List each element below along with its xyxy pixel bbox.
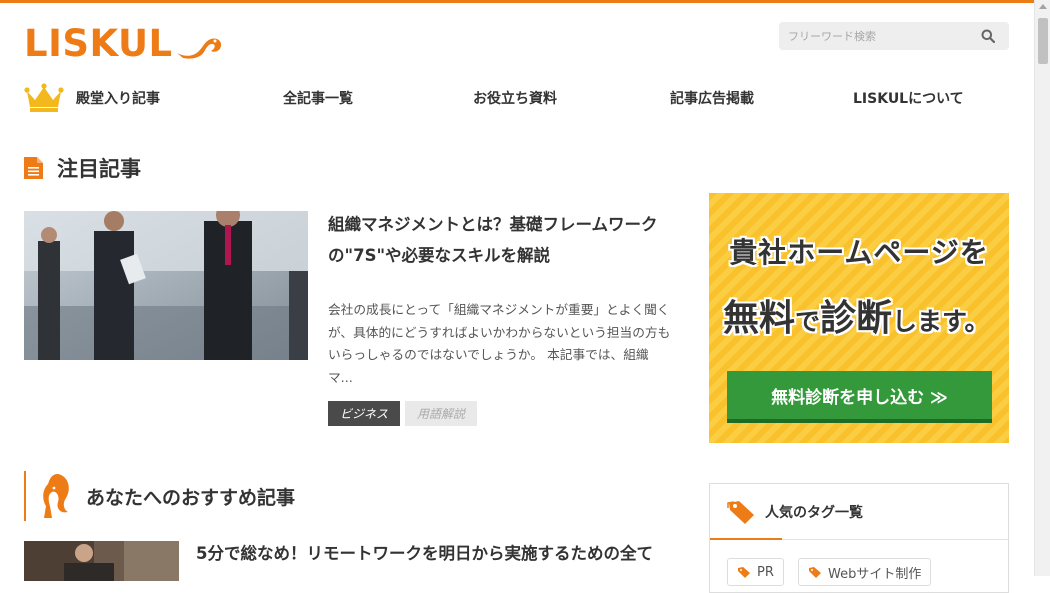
nav-item-advertising[interactable]: 記事広告掲載 xyxy=(670,80,754,116)
banner-word-shimasu: します。 xyxy=(892,307,990,336)
recommended-heading-text: あなたへのおすすめ記事 xyxy=(86,486,296,509)
popular-tags-heading-text: 人気のタグ一覧 xyxy=(765,505,863,521)
squirrel-icon xyxy=(176,38,221,59)
banner-word-de: で xyxy=(795,307,821,336)
scrollbar-thumb[interactable] xyxy=(1038,18,1048,64)
banner-line2: 無料で診断します。 xyxy=(723,289,1009,341)
featured-article-title[interactable]: 組織マネジメントとは？基礎フレームワークの"7S"や必要なスキルを解説 xyxy=(328,209,658,271)
top-accent-bar xyxy=(0,0,1034,3)
popular-tags-heading: 人気のタグ一覧 xyxy=(710,484,1008,540)
featured-heading-text: 注目記事 xyxy=(57,157,141,181)
liskul-logo[interactable]: LISKUL xyxy=(24,22,225,66)
nav-item-resources[interactable]: お役立ち資料 xyxy=(473,80,557,116)
main-nav: 殿堂入り記事 全記事一覧 お役立ち資料 記事広告掲載 LISKULについて xyxy=(24,80,1024,116)
search-input[interactable] xyxy=(779,23,969,49)
search-icon[interactable] xyxy=(981,29,995,43)
featured-article-image[interactable] xyxy=(24,211,308,360)
featured-article-excerpt: 会社の成長にとって「組織マネジメントが重要」とよく聞くが、具体的にどうすればよい… xyxy=(328,302,671,385)
recommended-heading: あなたへのおすすめ記事 xyxy=(24,471,295,521)
tag-chip-web-production[interactable]: Webサイト制作 xyxy=(798,558,932,586)
search-box[interactable] xyxy=(779,22,1009,50)
banner-word-diagnosis: 診断 xyxy=(820,298,893,339)
nav-label: 全記事一覧 xyxy=(283,91,353,107)
nav-label: お役立ち資料 xyxy=(473,91,557,107)
free-diagnosis-banner[interactable]: 貴社ホームページを 無料で診断します。 無料診断を申し込む ≫ xyxy=(709,193,1009,443)
tag-icon xyxy=(738,567,750,578)
scroll-up-arrow-icon[interactable] xyxy=(1039,4,1047,9)
tag-business[interactable]: ビジネス xyxy=(328,401,400,426)
popular-tags-widget: 人気のタグ一覧 PR Webサイト制作 xyxy=(709,483,1009,593)
crown-icon xyxy=(24,83,64,112)
banner-word-free: 無料 xyxy=(723,298,796,339)
heading-underline xyxy=(710,538,782,540)
tag-chip-label: Webサイト制作 xyxy=(828,566,922,582)
tag-icon xyxy=(809,567,821,578)
nav-item-about[interactable]: LISKULについて xyxy=(853,80,964,116)
tag-chip-pr[interactable]: PR xyxy=(727,558,784,586)
tag-glossary[interactable]: 用語解説 xyxy=(405,401,477,426)
vertical-scrollbar[interactable] xyxy=(1034,0,1050,576)
tag-icon xyxy=(727,501,754,524)
tag-chip-label: PR xyxy=(757,564,774,580)
nav-item-hall-of-fame[interactable]: 殿堂入り記事 xyxy=(24,80,160,116)
nav-label: 記事広告掲載 xyxy=(670,91,754,107)
recommended-article-image[interactable] xyxy=(24,541,179,581)
nav-label: LISKULについて xyxy=(853,91,964,107)
document-icon xyxy=(24,157,43,179)
logo-text: LISKUL xyxy=(24,22,173,65)
featured-heading: 注目記事 xyxy=(24,152,141,184)
nav-item-all-articles[interactable]: 全記事一覧 xyxy=(283,80,353,116)
free-diagnosis-button[interactable]: 無料診断を申し込む ≫ xyxy=(727,371,992,423)
nav-label: 殿堂入り記事 xyxy=(76,91,160,107)
squirrel-mascot-icon xyxy=(43,474,69,518)
recommended-article-title[interactable]: 5分で総なめ！リモートワークを明日から実施するための全て xyxy=(196,540,666,568)
banner-line1: 貴社ホームページを xyxy=(729,236,989,269)
